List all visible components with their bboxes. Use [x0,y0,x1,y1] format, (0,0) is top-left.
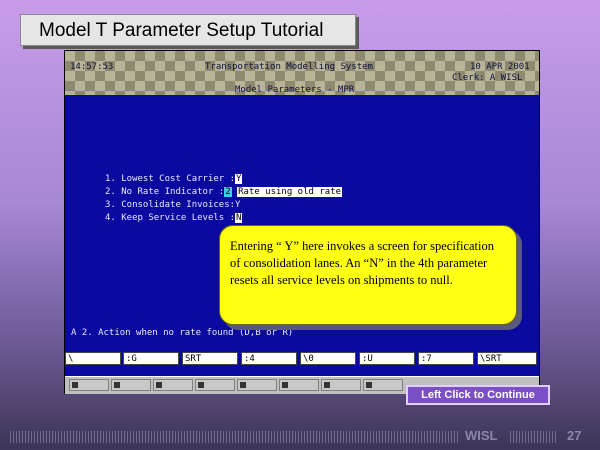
taskbar-button[interactable] [153,379,193,391]
app-icon [282,382,288,388]
param-value-field[interactable]: Y [235,174,243,184]
slide-title: Model T Parameter Setup Tutorial [20,14,356,46]
function-key-field[interactable]: SRT [182,352,238,365]
function-key-field[interactable]: \SRT [477,352,537,365]
taskbar-button[interactable] [195,379,235,391]
footer-pattern [10,431,458,443]
param-row-2: 2. No Rate Indicator :2 Rate using old r… [105,187,343,197]
function-key-field[interactable]: :4 [241,352,297,365]
function-key-field[interactable]: \ [65,352,121,365]
function-key-field[interactable]: \0 [300,352,356,365]
app-icon [324,382,330,388]
param-value-field[interactable]: Y [235,200,240,210]
function-key-row: \ :G SRT :4 \0 :U :7 \SRT [65,352,539,367]
clerk-label: Clerk: A WISL [452,73,523,83]
status-line: A 2. Action when no rate found (D,B or R… [71,328,294,338]
param-label: 3. Consolidate Invoices: [105,200,236,210]
taskbar-button[interactable] [321,379,361,391]
page-number: 27 [567,428,582,443]
terminal-time: 14:57:53 [70,62,114,72]
app-icon [240,382,246,388]
app-icon [366,382,372,388]
taskbar-button[interactable] [363,379,403,391]
taskbar-button[interactable] [69,379,109,391]
system-name: Transportation Modelling System [205,62,373,72]
param-label: 1. Lowest Cost Carrier : [105,174,236,184]
terminal-screen: 14:57:53 Transportation Modelling System… [64,50,540,394]
continue-button[interactable]: Left Click to Continue [406,385,550,405]
param-note: Rate using old rate [237,187,343,197]
terminal-date: 10 APR 2001 [470,62,530,72]
footer-brand: WISL [465,428,498,443]
app-icon [72,382,78,388]
taskbar-button[interactable] [279,379,319,391]
param-row-3: 3. Consolidate Invoices:Y [105,200,240,210]
terminal-header: 14:57:53 Transportation Modelling System… [65,51,539,95]
param-label: 2. No Rate Indicator : [105,187,225,197]
app-icon [156,382,162,388]
footer-pattern [510,431,558,443]
function-key-field[interactable]: :7 [418,352,474,365]
taskbar-button[interactable] [237,379,277,391]
explanation-callout: Entering “ Y” here invokes a screen for … [219,225,517,325]
param-value-field[interactable]: N [235,213,243,223]
screen-title: Model Parameters - MPR [235,85,355,95]
param-label: 4. Keep Service Levels : [105,213,236,223]
taskbar-button[interactable] [111,379,151,391]
app-icon [114,382,120,388]
function-key-field[interactable]: :U [359,352,415,365]
function-key-field[interactable]: :G [123,352,179,365]
param-value-field[interactable]: 2 [224,187,232,197]
param-row-4: 4. Keep Service Levels :N [105,213,243,223]
app-icon [198,382,204,388]
param-row-1: 1. Lowest Cost Carrier :Y [105,174,243,184]
